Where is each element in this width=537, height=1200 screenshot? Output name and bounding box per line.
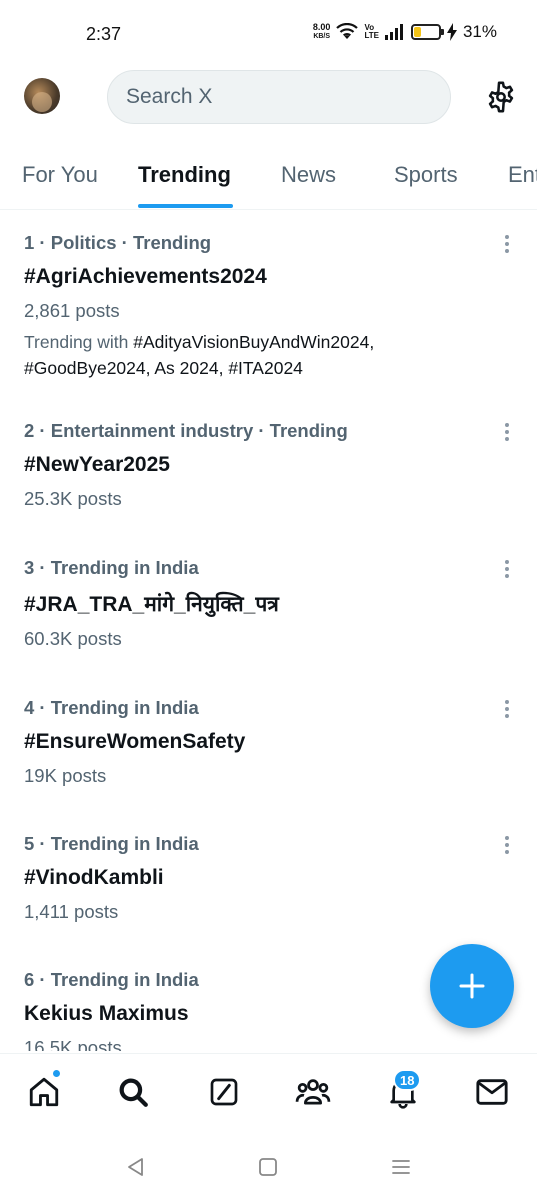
battery-icon: [410, 24, 444, 40]
menu-lines-icon: [392, 1160, 410, 1174]
communities-icon: [295, 1079, 331, 1105]
settings-gear-icon[interactable]: [484, 80, 518, 114]
back-triangle-icon: [128, 1158, 143, 1176]
network-speed: 8.00 KB/S: [313, 23, 331, 41]
top-header: [0, 68, 537, 128]
trend-post-count: 2,861 posts: [24, 300, 120, 321]
bottom-navigation: 18: [0, 1053, 537, 1133]
notification-count-badge: 18: [393, 1069, 422, 1091]
trend-post-count: 1,411 posts: [24, 901, 119, 922]
trend-post-count: 19K posts: [24, 765, 107, 786]
profile-avatar[interactable]: [24, 78, 60, 114]
tab-entertainment[interactable]: Entertainment: [508, 162, 537, 188]
home-square-icon: [259, 1158, 277, 1176]
trend-name[interactable]: #JRA_TRA_मांगे_नियुक्ति_पत्र: [24, 590, 279, 618]
trend-meta: 2 · Entertainment industry · Trending: [24, 420, 348, 441]
charging-bolt-icon: [446, 23, 457, 41]
signal-icon: [384, 24, 403, 40]
trend-meta: 6 · Trending in India: [24, 969, 199, 990]
more-options-icon[interactable]: [498, 698, 516, 720]
status-icons: 8.00 KB/S Vo LTE 31%: [313, 22, 497, 42]
wifi-icon: [336, 23, 359, 39]
nav-messages[interactable]: [472, 1072, 512, 1112]
compose-button[interactable]: [430, 944, 514, 1028]
trend-item[interactable]: 4 · Trending in India #EnsureWomenSafety…: [0, 676, 537, 808]
battery-level-fill: [413, 27, 421, 37]
system-menu-button[interactable]: [387, 1153, 415, 1181]
status-bar: 2:37 8.00 KB/S Vo LTE 31%: [0, 0, 537, 60]
trend-item[interactable]: 3 · Trending in India #JRA_TRA_मांगे_निय…: [0, 536, 537, 671]
tab-sports[interactable]: Sports: [394, 162, 458, 188]
grok-icon: [210, 1078, 238, 1106]
nav-explore[interactable]: [113, 1072, 153, 1112]
explore-tabs: For You Trending News Sports Entertainme…: [0, 148, 537, 210]
app-root: 2:37 8.00 KB/S Vo LTE 31% Search X For Y…: [0, 0, 537, 1200]
messages-icon: [476, 1079, 508, 1105]
volte-indicator: Vo LTE: [364, 24, 379, 40]
trend-meta: 4 · Trending in India: [24, 697, 199, 718]
trend-meta: 3 · Trending in India: [24, 557, 199, 578]
more-options-icon[interactable]: [498, 834, 516, 856]
search-input[interactable]: [126, 85, 426, 109]
nav-grok[interactable]: [204, 1072, 244, 1112]
home-icon: [29, 1077, 59, 1107]
trend-name[interactable]: Kekius Maximus: [24, 1002, 189, 1026]
network-speed-unit: KB/S: [313, 33, 331, 40]
system-back-button[interactable]: [122, 1153, 150, 1181]
trending-with: Trending with #AdityaVisionBuyAndWin2024…: [24, 329, 464, 381]
trends-list: 1 · Politics · Trending #AgriAchievement…: [0, 211, 537, 1051]
trend-item[interactable]: 5 · Trending in India #VinodKambli 1,411…: [0, 813, 537, 945]
trend-item[interactable]: 2 · Entertainment industry · Trending #N…: [0, 399, 537, 531]
network-speed-value: 8.00: [312, 22, 331, 32]
trend-post-count: 16.5K posts: [24, 1037, 122, 1051]
search-icon: [119, 1078, 148, 1107]
trend-name[interactable]: #VinodKambli: [24, 866, 164, 890]
tab-trending[interactable]: Trending: [138, 162, 231, 188]
trend-post-count: 25.3K posts: [24, 488, 122, 509]
tab-for-you[interactable]: For You: [22, 162, 98, 188]
status-time: 2:37: [86, 24, 122, 44]
volte-bottom-label: LTE: [364, 31, 379, 40]
system-home-button[interactable]: [254, 1153, 282, 1181]
tab-news[interactable]: News: [281, 162, 336, 188]
plus-icon: [459, 973, 485, 999]
nav-home[interactable]: [24, 1072, 64, 1112]
battery-percent: 31%: [462, 22, 497, 41]
more-options-icon[interactable]: [498, 558, 516, 580]
trend-post-count: 60.3K posts: [24, 628, 122, 649]
more-options-icon[interactable]: [498, 233, 516, 255]
home-new-content-dot: [52, 1069, 61, 1078]
active-tab-indicator: [138, 204, 233, 208]
trend-name[interactable]: #NewYear2025: [24, 453, 170, 477]
system-navigation-bar: [0, 1133, 537, 1200]
more-options-icon[interactable]: [498, 421, 516, 443]
trend-meta: 5 · Trending in India: [24, 833, 199, 854]
search-box[interactable]: [107, 70, 451, 124]
trend-meta: 1 · Politics · Trending: [24, 232, 212, 253]
trend-item[interactable]: 1 · Politics · Trending #AgriAchievement…: [0, 211, 537, 396]
trend-name[interactable]: #AgriAchievements2024: [24, 265, 267, 289]
trending-with-prefix: Trending with: [24, 332, 134, 352]
nav-communities[interactable]: [293, 1072, 333, 1112]
trend-name[interactable]: #EnsureWomenSafety: [24, 730, 245, 754]
